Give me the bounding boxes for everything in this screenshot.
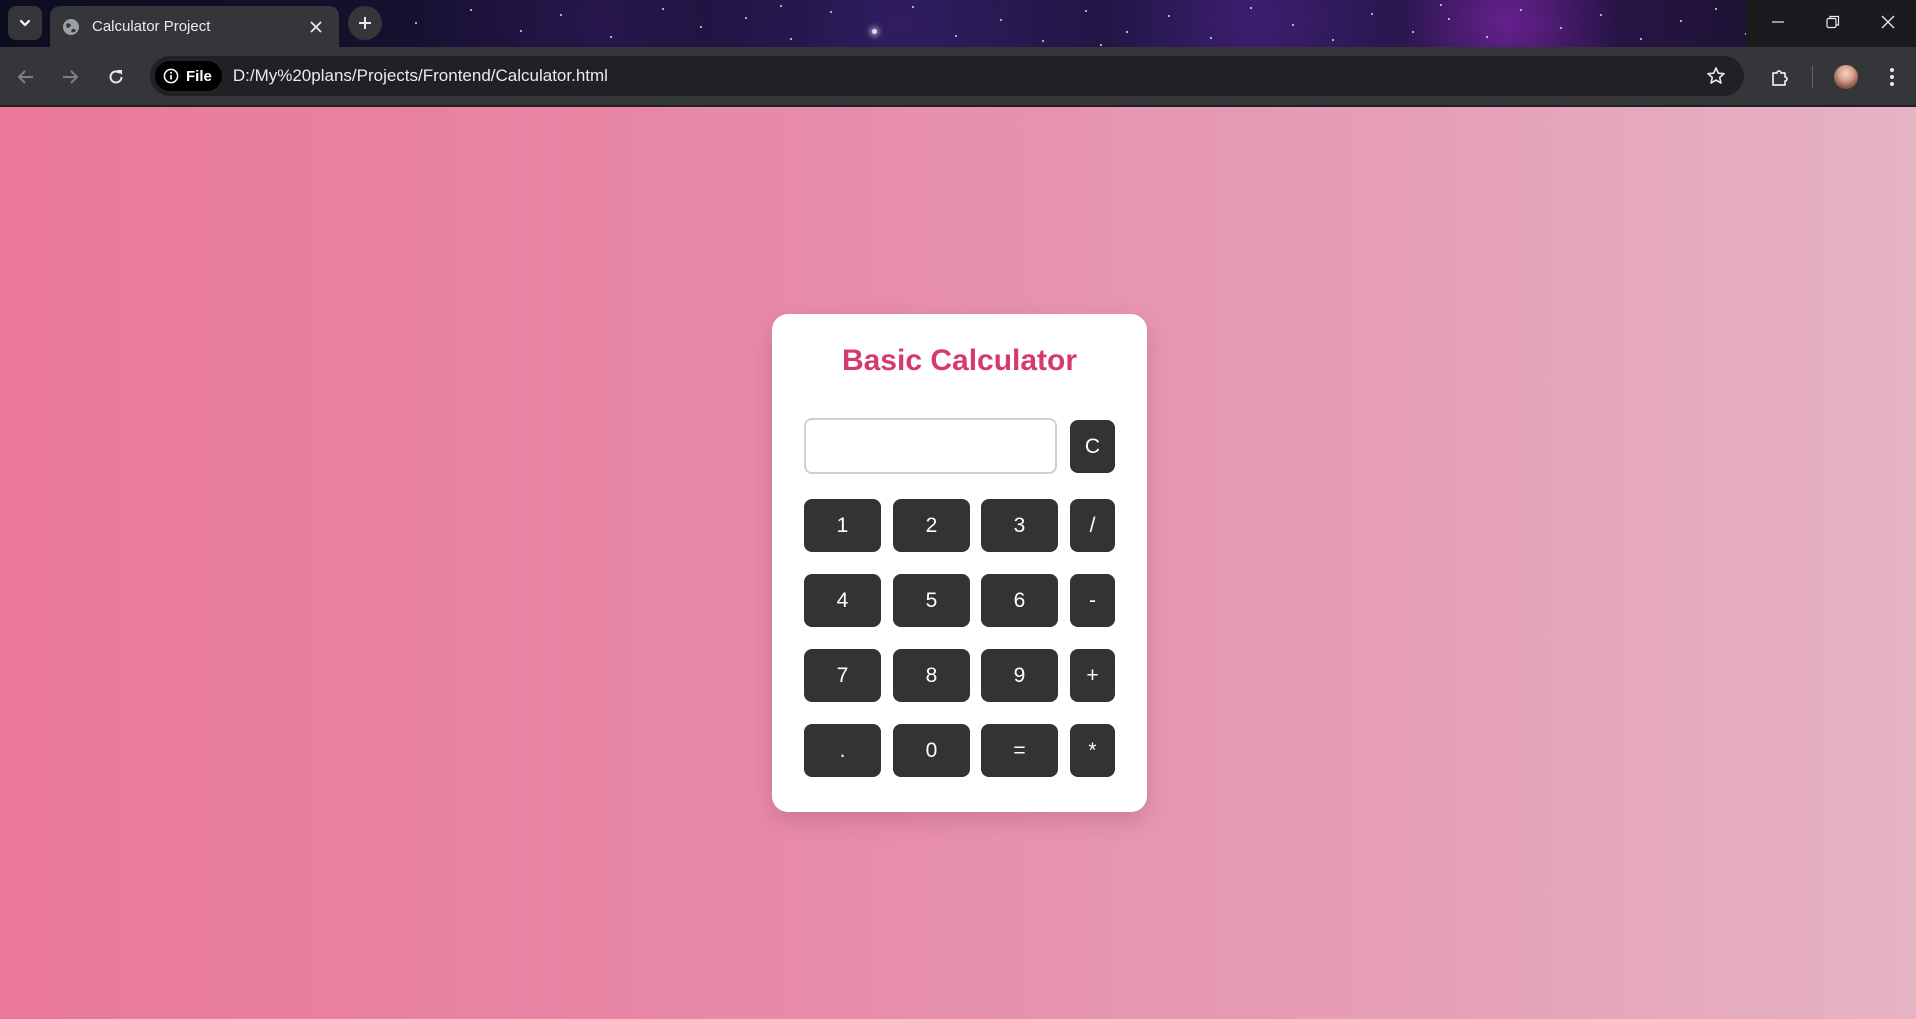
- tab-search-button[interactable]: [8, 6, 42, 40]
- site-info-label: File: [186, 67, 212, 85]
- browser-toolbar: File D:/My%20plans/Projects/Frontend/Cal…: [0, 47, 1916, 106]
- avatar: [1834, 65, 1858, 89]
- url-text[interactable]: D:/My%20plans/Projects/Frontend/Calculat…: [233, 66, 608, 86]
- close-window-button[interactable]: [1860, 0, 1916, 44]
- key-3-button[interactable]: 3: [981, 499, 1058, 552]
- info-icon: [163, 68, 179, 84]
- key-9-button[interactable]: 9: [981, 649, 1058, 702]
- tab-calculator-project[interactable]: Calculator Project: [50, 6, 339, 47]
- extensions-icon: [1772, 70, 1788, 86]
- subtract-button[interactable]: -: [1070, 574, 1115, 627]
- back-button[interactable]: [10, 61, 42, 93]
- forward-arrow-icon: [63, 70, 79, 84]
- close-icon: [310, 20, 322, 33]
- divide-button[interactable]: /: [1070, 499, 1115, 552]
- equals-button[interactable]: =: [981, 724, 1058, 777]
- toolbar-divider: [1812, 66, 1813, 88]
- minimize-icon: [1772, 21, 1784, 23]
- key-0-button[interactable]: 0: [893, 724, 970, 777]
- tab-close-button[interactable]: [305, 16, 327, 38]
- star-icon: [1707, 67, 1725, 84]
- tab-title: Calculator Project: [92, 18, 211, 35]
- calculator-display[interactable]: [804, 418, 1057, 474]
- globe-icon: [62, 18, 80, 36]
- restore-button[interactable]: [1805, 0, 1861, 44]
- key-2-button[interactable]: 2: [893, 499, 970, 552]
- key-6-button[interactable]: 6: [981, 574, 1058, 627]
- close-icon: [1881, 15, 1895, 29]
- decimal-button[interactable]: .: [804, 724, 881, 777]
- restore-icon: [1826, 15, 1840, 29]
- key-5-button[interactable]: 5: [893, 574, 970, 627]
- kebab-menu-icon: [1890, 68, 1894, 86]
- page-viewport: Basic Calculator C 1 2 3 / 4 5 6 - 7 8 9…: [0, 107, 1916, 1019]
- profile-button[interactable]: [1830, 61, 1862, 93]
- reload-button[interactable]: [100, 61, 132, 93]
- new-tab-button[interactable]: [348, 6, 382, 40]
- multiply-button[interactable]: *: [1070, 724, 1115, 777]
- calculator-card: Basic Calculator C 1 2 3 / 4 5 6 - 7 8 9…: [772, 314, 1147, 812]
- bookmark-star-button[interactable]: [1704, 64, 1728, 88]
- forward-button[interactable]: [54, 61, 86, 93]
- tab-search-icon: [19, 19, 31, 27]
- add-button[interactable]: +: [1070, 649, 1115, 702]
- key-7-button[interactable]: 7: [804, 649, 881, 702]
- minimize-button[interactable]: [1750, 0, 1806, 44]
- calculator-title: Basic Calculator: [841, 344, 1078, 377]
- site-info-chip[interactable]: File: [155, 61, 222, 91]
- reload-icon: [109, 70, 123, 84]
- key-4-button[interactable]: 4: [804, 574, 881, 627]
- browser-menu-button[interactable]: [1876, 61, 1908, 93]
- clear-button[interactable]: C: [1070, 420, 1115, 473]
- title-bar: Calculator Project: [0, 0, 1916, 47]
- back-arrow-icon: [17, 70, 33, 84]
- address-bar[interactable]: File D:/My%20plans/Projects/Frontend/Cal…: [150, 56, 1744, 96]
- key-1-button[interactable]: 1: [804, 499, 881, 552]
- plus-icon: [359, 17, 371, 29]
- key-8-button[interactable]: 8: [893, 649, 970, 702]
- extensions-button[interactable]: [1764, 61, 1796, 93]
